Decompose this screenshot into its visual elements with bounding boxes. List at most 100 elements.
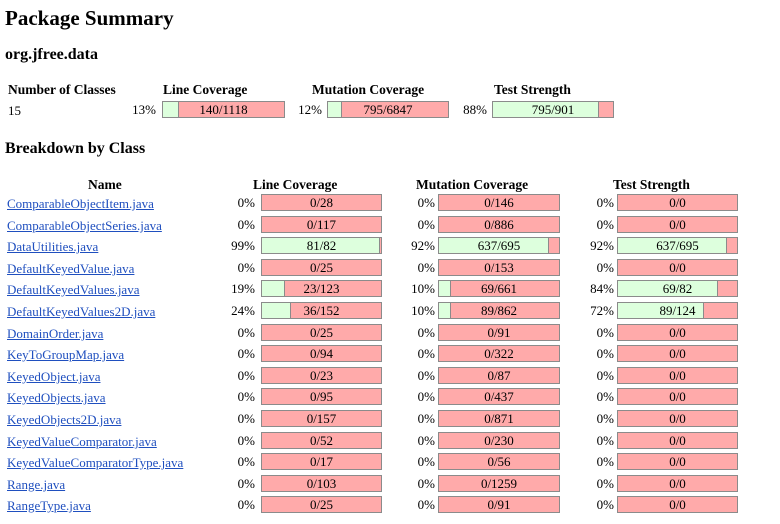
package-name: org.jfree.data [5,46,98,63]
class-link[interactable]: KeyedObjects2D.java [7,412,121,428]
line-bar-label: 81/82 [306,238,337,253]
strength-bar-label: 0/0 [669,260,686,275]
strength-pct: 0% [596,260,614,275]
mutation-bar: 0/56 [438,453,560,470]
summary-header-line: Line Coverage [163,82,248,97]
mutation-bar-label: 0/871 [484,411,514,426]
page-title: Package Summary [5,6,174,30]
strength-bar-label: 0/0 [669,411,686,426]
class-link[interactable]: KeyToGroupMap.java [7,347,124,363]
class-link[interactable]: KeyedValueComparator.java [7,434,157,450]
line-pct: 0% [237,476,255,491]
line-bar: 0/117 [261,216,382,233]
mutation-pct: 92% [411,238,435,253]
mutation-bar-label: 0/437 [484,389,514,404]
mutation-bar: 0/87 [438,367,560,384]
strength-pct: 0% [596,433,614,448]
mutation-pct: 10% [411,281,435,296]
class-link[interactable]: DefaultKeyedValue.java [7,261,134,277]
class-link[interactable]: RangeType.java [7,498,91,514]
mutation-bar-label: 0/322 [484,346,514,361]
line-pct: 0% [237,195,255,210]
mutation-bar-label: 0/153 [484,260,514,275]
mutation-pct: 0% [417,497,435,512]
class-link[interactable]: DomainOrder.java [7,326,103,342]
mutation-bar: 0/322 [438,345,560,362]
class-link[interactable]: ComparableObjectSeries.java [7,218,162,234]
strength-bar: 0/0 [617,259,738,276]
line-bar: 0/25 [261,496,382,513]
line-pct: 0% [237,368,255,383]
mutation-bar-label: 0/91 [487,497,511,512]
class-link[interactable]: ComparableObjectItem.java [7,196,154,212]
strength-bar-label: 0/0 [669,497,686,512]
mutation-bar-label: 89/862 [480,303,518,318]
strength-pct: 0% [596,195,614,210]
strength-bar: 0/0 [617,432,738,449]
mutation-bar: 0/871 [438,410,560,427]
breakdown-header-line: Line Coverage [253,177,338,192]
mutation-pct: 0% [417,368,435,383]
mutation-pct: 0% [417,195,435,210]
class-link[interactable]: KeyedObject.java [7,369,100,385]
line-bar: 0/17 [261,453,382,470]
breakdown-title: Breakdown by Class [5,140,146,157]
strength-pct: 0% [596,389,614,404]
strength-bar-label: 0/0 [669,433,686,448]
strength-bar: 89/124 [617,302,738,319]
line-bar: 23/123 [261,280,382,297]
line-bar-label: 36/152 [303,303,340,318]
line-pct: 99% [231,238,255,253]
strength-bar: 0/0 [617,324,738,341]
summary-strength-bar-label: 795/901 [531,102,575,117]
class-link[interactable]: Range.java [7,477,65,493]
mutation-bar-label: 0/56 [487,454,511,469]
summary-line-bar-label: 140/1118 [199,102,248,117]
line-bar-label: 0/95 [309,389,334,404]
line-bar: 81/82 [261,237,382,254]
summary-header-strength: Test Strength [494,82,571,97]
line-bar: 0/103 [261,475,382,492]
mutation-pct: 0% [417,346,435,361]
class-link[interactable]: KeyedObjects.java [7,390,106,406]
strength-bar: 637/695 [617,237,738,254]
strength-pct: 0% [596,368,614,383]
line-bar: 0/52 [261,432,382,449]
strength-bar: 0/0 [617,475,738,492]
mutation-bar: 0/886 [438,216,560,233]
line-pct: 0% [237,411,255,426]
summary-line-bar: 140/1118 [162,101,285,118]
breakdown-header-name: Name [88,177,122,192]
line-bar-label: 23/123 [303,281,340,296]
strength-pct: 0% [596,411,614,426]
line-pct: 0% [237,217,255,232]
breakdown-header-mutation: Mutation Coverage [416,177,529,192]
strength-bar-label: 0/0 [669,217,686,232]
mutation-pct: 10% [411,303,435,318]
breakdown-header-strength: Test Strength [613,177,690,192]
mutation-pct: 0% [417,476,435,491]
strength-bar: 0/0 [617,194,738,211]
mutation-pct: 0% [417,433,435,448]
class-link[interactable]: KeyedValueComparatorType.java [7,455,183,471]
strength-bar-label: 637/695 [656,238,699,253]
class-link[interactable]: DefaultKeyedValues2D.java [7,304,155,320]
strength-bar: 0/0 [617,216,738,233]
class-link[interactable]: DataUtilities.java [7,239,98,255]
class-link[interactable]: DefaultKeyedValues.java [7,282,139,298]
strength-pct: 0% [596,454,614,469]
summary-mutation-bar: 795/6847 [327,101,449,118]
line-bar-label: 0/25 [309,325,334,340]
mutation-bar: 0/437 [438,388,560,405]
mutation-bar-label: 69/661 [480,281,518,296]
mutation-pct: 0% [417,389,435,404]
mutation-bar: 0/91 [438,496,560,513]
mutation-bar: 89/862 [438,302,560,319]
strength-pct: 84% [590,281,614,296]
strength-bar: 0/0 [617,345,738,362]
mutation-pct: 0% [417,454,435,469]
strength-bar: 0/0 [617,453,738,470]
strength-bar-label: 0/0 [669,346,686,361]
line-bar: 36/152 [261,302,382,319]
mutation-bar-label: 0/146 [484,195,514,210]
